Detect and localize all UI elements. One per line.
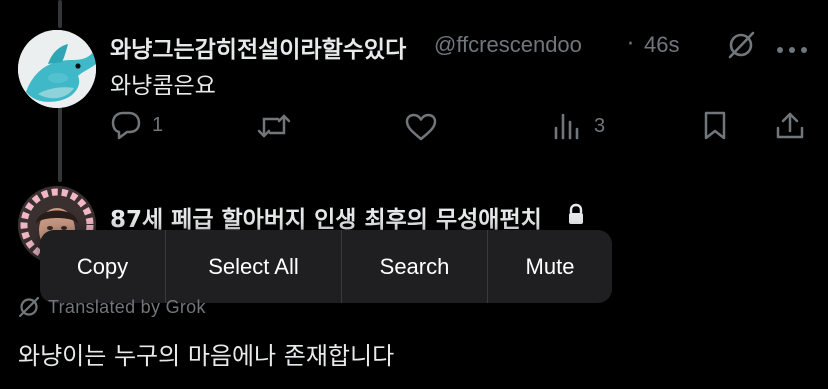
share-button[interactable] xyxy=(774,110,806,142)
translation-label: Translated by Grok xyxy=(48,296,206,317)
reply-icon xyxy=(111,111,141,140)
translated-text: 와냥이는 누구의 마음에나 존재합니다 xyxy=(18,342,395,370)
retweet-icon xyxy=(257,114,291,138)
share-icon xyxy=(776,112,804,139)
post-handle[interactable]: @ffcrescendoo xyxy=(434,32,582,58)
post-display-name[interactable]: 와냥그는감히전설이라할수있다 xyxy=(110,30,406,64)
dolphin-plush-avatar-icon xyxy=(18,30,96,108)
grok-icon xyxy=(18,296,40,318)
post-time[interactable]: 46s xyxy=(644,32,679,58)
more-icon[interactable] xyxy=(776,40,808,59)
reply-button[interactable]: 1 xyxy=(110,110,163,140)
post-avatar[interactable] xyxy=(18,30,96,108)
bookmark-button[interactable] xyxy=(702,110,728,142)
views-count: 3 xyxy=(594,114,606,137)
retweet-button[interactable] xyxy=(256,112,302,140)
thread-line-top xyxy=(58,0,62,28)
menu-copy[interactable]: Copy xyxy=(40,230,166,303)
like-button[interactable] xyxy=(404,112,448,142)
views-button[interactable]: 3 xyxy=(552,112,605,140)
menu-mute[interactable]: Mute xyxy=(488,230,612,303)
menu-select-all[interactable]: Select All xyxy=(166,230,342,303)
lock-icon xyxy=(566,203,586,229)
heart-icon xyxy=(405,113,437,141)
translation-attribution[interactable]: Translated by Grok xyxy=(18,296,206,318)
reply-count: 1 xyxy=(152,113,164,136)
post-separator: · xyxy=(627,32,634,57)
bookmark-icon xyxy=(704,111,726,140)
post-text: 와냥콤은요 xyxy=(110,73,216,99)
quoted-display-name[interactable]: 87세 페급 할아버지 인생 최후의 무성애펀치 xyxy=(110,200,542,234)
thread-line-bottom xyxy=(58,106,62,182)
views-icon xyxy=(554,113,579,140)
menu-search[interactable]: Search xyxy=(342,230,488,303)
grok-translate-icon[interactable] xyxy=(726,30,756,64)
text-context-menu: Copy Select All Search Mute xyxy=(40,230,612,303)
